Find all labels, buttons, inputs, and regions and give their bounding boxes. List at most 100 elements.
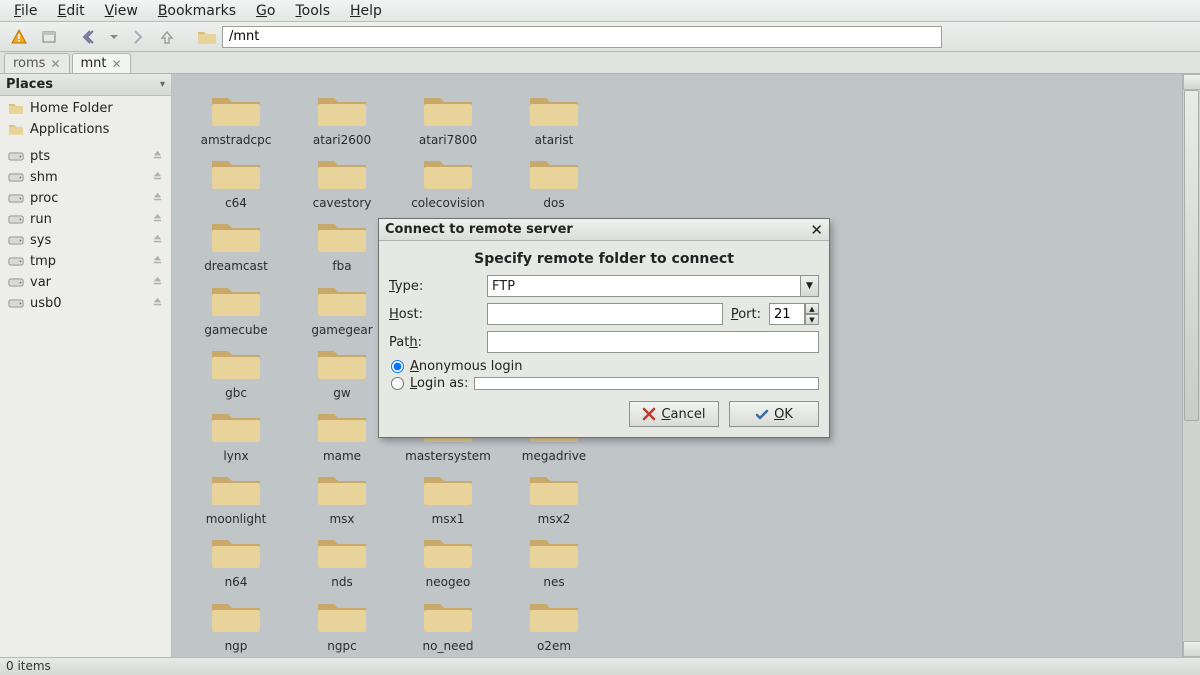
login-as-radio[interactable]	[391, 377, 404, 390]
folder-label: gw	[333, 387, 350, 400]
sidebar-drive-usb0[interactable]: usb0	[0, 293, 171, 314]
menu-bookmarks[interactable]: Bookmarks	[150, 1, 244, 21]
sidebar-drive-shm[interactable]: shm	[0, 167, 171, 188]
nav-forward-button[interactable]	[124, 25, 150, 49]
eject-icon[interactable]	[152, 233, 163, 248]
folder-msx[interactable]: msx	[292, 467, 392, 526]
menu-view[interactable]: View	[97, 1, 146, 21]
folder-label: dos	[543, 197, 564, 210]
close-icon[interactable]: ✕	[50, 57, 60, 71]
sidebar-drive-var[interactable]: var	[0, 272, 171, 293]
folder-label: mastersystem	[405, 450, 491, 463]
folder-icon	[314, 151, 370, 195]
folder-mame[interactable]: mame	[292, 404, 392, 463]
sidebar-item-applications[interactable]: Applications	[0, 119, 171, 140]
vertical-scrollbar[interactable]: ▲ ▼	[1182, 74, 1200, 657]
eject-icon[interactable]	[152, 254, 163, 269]
folder-nds[interactable]: nds	[292, 530, 392, 589]
login-input[interactable]	[474, 377, 819, 390]
eject-icon[interactable]	[152, 170, 163, 185]
folder-cavestory[interactable]: cavestory	[292, 151, 392, 210]
sidebar-drive-proc[interactable]: proc	[0, 188, 171, 209]
scroll-track[interactable]	[1183, 90, 1200, 641]
eject-icon[interactable]	[152, 212, 163, 227]
menu-tools[interactable]: Tools	[287, 1, 338, 21]
folder-n64[interactable]: n64	[186, 530, 286, 589]
folder-icon	[208, 530, 264, 574]
close-icon[interactable]: ✕	[810, 221, 823, 239]
back-dropdown-icon[interactable]	[108, 25, 120, 49]
menu-help[interactable]: Help	[342, 1, 390, 21]
folder-amstradcpc[interactable]: amstradcpc	[186, 88, 286, 147]
sidebar-title: Places	[6, 77, 53, 92]
folder-atari7800[interactable]: atari7800	[398, 88, 498, 147]
close-icon[interactable]: ✕	[112, 57, 122, 71]
sidebar-drive-sys[interactable]: sys	[0, 230, 171, 251]
nav-back-button[interactable]	[78, 25, 104, 49]
folder-c64[interactable]: c64	[186, 151, 286, 210]
folder-label: atari7800	[419, 134, 477, 147]
scroll-down-button[interactable]: ▼	[1183, 641, 1200, 657]
nav-up-button[interactable]	[154, 25, 180, 49]
type-combo[interactable]: FTP ▼	[487, 275, 819, 297]
eject-icon[interactable]	[152, 296, 163, 311]
scroll-up-button[interactable]: ▲	[1183, 74, 1200, 90]
sidebar-item-home-folder[interactable]: Home Folder	[0, 98, 171, 119]
menu-file[interactable]: FFileile	[6, 1, 45, 21]
spin-down-icon[interactable]: ▼	[805, 314, 819, 325]
folder-icon	[208, 467, 264, 511]
anonymous-login-radio[interactable]	[391, 360, 404, 373]
folder-o2em[interactable]: o2em	[504, 594, 604, 653]
new-tab-button[interactable]	[36, 25, 62, 49]
folder-label: cavestory	[313, 197, 372, 210]
sidebar-drive-tmp[interactable]: tmp	[0, 251, 171, 272]
ok-button[interactable]: OK	[729, 401, 819, 427]
eject-icon[interactable]	[152, 149, 163, 164]
folder-no_need[interactable]: no_need	[398, 594, 498, 653]
folder-label: ngp	[225, 640, 248, 653]
folder-moonlight[interactable]: moonlight	[186, 467, 286, 526]
folder-fba[interactable]: fba	[292, 214, 392, 273]
tab-mnt[interactable]: mnt ✕	[72, 53, 131, 73]
port-input[interactable]	[769, 303, 805, 325]
folder-dos[interactable]: dos	[504, 151, 604, 210]
folder-label: nds	[331, 576, 352, 589]
toolbar	[0, 22, 1200, 52]
chevron-down-icon[interactable]: ▼	[800, 276, 818, 296]
tab-roms[interactable]: roms ✕	[4, 53, 70, 73]
cancel-button[interactable]: Cancel	[629, 401, 719, 427]
eject-icon[interactable]	[152, 191, 163, 206]
folder-dreamcast[interactable]: dreamcast	[186, 214, 286, 273]
folder-neogeo[interactable]: neogeo	[398, 530, 498, 589]
dialog-titlebar[interactable]: Connect to remote server ✕	[379, 219, 829, 241]
cancel-icon	[642, 407, 656, 421]
folder-lynx[interactable]: lynx	[186, 404, 286, 463]
menu-go[interactable]: Go	[248, 1, 283, 21]
spin-up-icon[interactable]: ▲	[805, 303, 819, 314]
folder-gbc[interactable]: gbc	[186, 341, 286, 400]
eject-icon[interactable]	[152, 275, 163, 290]
folder-label: o2em	[537, 640, 571, 653]
folder-gamegear[interactable]: gamegear	[292, 278, 392, 337]
menu-edit[interactable]: Edit	[49, 1, 92, 21]
folder-gw[interactable]: gw	[292, 341, 392, 400]
folder-ngp[interactable]: ngp	[186, 594, 286, 653]
host-input[interactable]	[487, 303, 723, 325]
folder-atari2600[interactable]: atari2600	[292, 88, 392, 147]
address-bar[interactable]	[222, 26, 942, 48]
folder-ngpc[interactable]: ngpc	[292, 594, 392, 653]
folder-atarist[interactable]: atarist	[504, 88, 604, 147]
folder-nes[interactable]: nes	[504, 530, 604, 589]
sidebar-drive-run[interactable]: run	[0, 209, 171, 230]
folder-gamecube[interactable]: gamecube	[186, 278, 286, 337]
path-input[interactable]	[487, 331, 819, 353]
folder-msx2[interactable]: msx2	[504, 467, 604, 526]
chevron-down-icon[interactable]: ▾	[160, 79, 165, 90]
sidebar-drive-pts[interactable]: pts	[0, 146, 171, 167]
folder-icon	[314, 594, 370, 638]
folder-msx1[interactable]: msx1	[398, 467, 498, 526]
scroll-thumb[interactable]	[1184, 90, 1199, 421]
port-spinner[interactable]: ▲ ▼	[769, 303, 819, 325]
folder-icon	[208, 88, 264, 132]
folder-colecovision[interactable]: colecovision	[398, 151, 498, 210]
